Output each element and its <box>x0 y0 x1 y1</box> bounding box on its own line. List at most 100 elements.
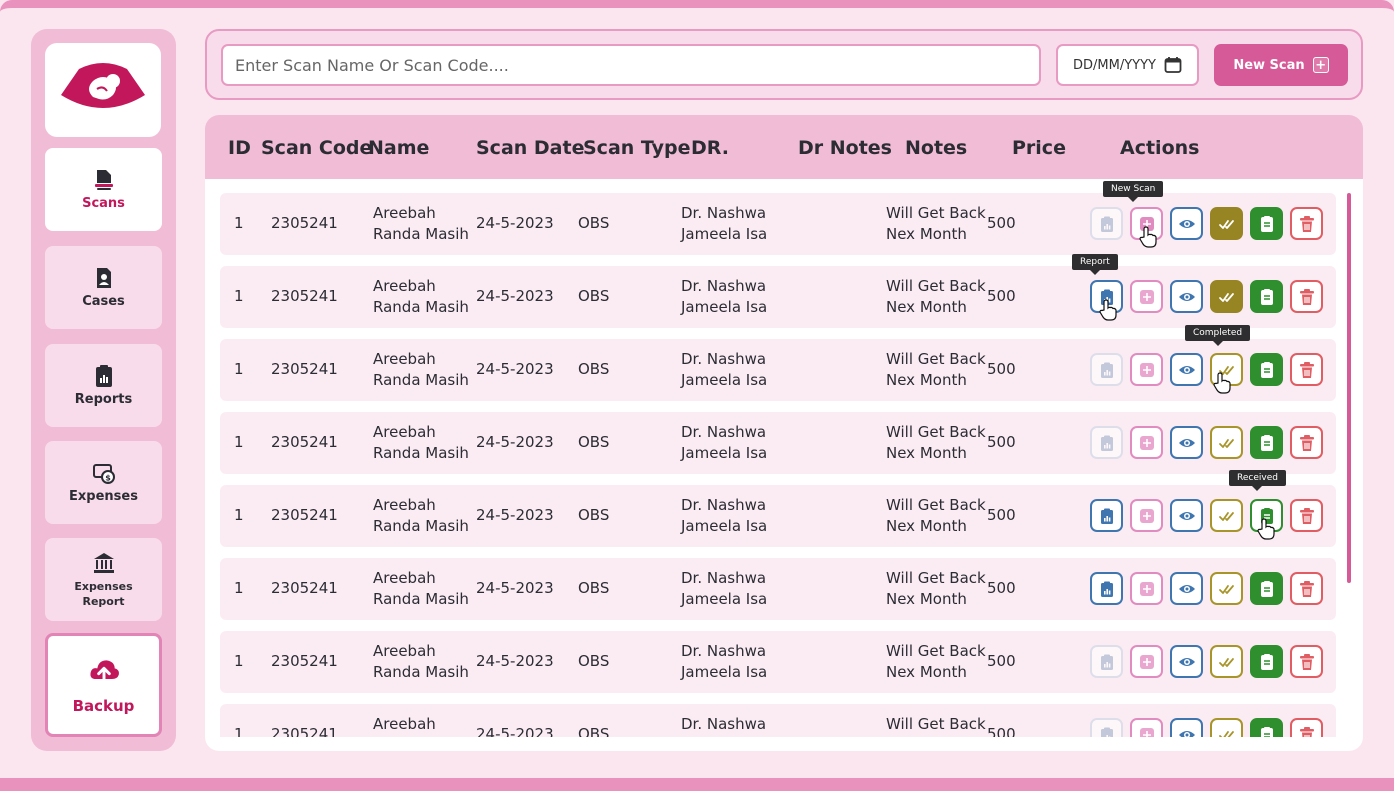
completed-button[interactable] <box>1210 426 1243 459</box>
new-scan-row-button[interactable] <box>1130 426 1163 459</box>
sidebar-item-expenses[interactable]: $ Expenses <box>45 441 162 524</box>
sidebar-item-reports[interactable]: Reports <box>45 344 162 427</box>
cell-name-line1: Areebah <box>373 350 436 368</box>
received-button[interactable] <box>1250 280 1283 313</box>
date-field[interactable]: DD/MM/YYYY <box>1056 44 1199 86</box>
backup-button[interactable]: Backup <box>45 633 162 737</box>
received-button[interactable] <box>1250 353 1283 386</box>
cell-notes-line2: Nex Month <box>886 663 967 681</box>
new-scan-row-button[interactable] <box>1130 280 1163 313</box>
scrollbar[interactable] <box>1347 193 1351 583</box>
table-row[interactable]: 1 2305241 Areebah Randa Masih 24-5-2023 O… <box>220 485 1336 547</box>
eye-icon <box>1178 215 1196 233</box>
sidebar-item-cases[interactable]: Cases <box>45 246 162 329</box>
table-row[interactable]: 1 2305241 Areebah Randa Masih 24-5-2023 O… <box>220 339 1336 401</box>
completed-button[interactable] <box>1210 207 1243 240</box>
completed-button[interactable] <box>1210 499 1243 532</box>
delete-button[interactable] <box>1290 426 1323 459</box>
tooltip-received: Received <box>1229 470 1286 491</box>
report-button[interactable] <box>1090 572 1123 605</box>
new-scan-button[interactable]: New Scan + <box>1214 44 1348 86</box>
received-button[interactable] <box>1250 572 1283 605</box>
report-button[interactable] <box>1090 645 1123 678</box>
cell-doctor-line2: Jameela Isa <box>681 663 768 681</box>
double-check-icon <box>1218 507 1236 525</box>
view-button[interactable] <box>1170 426 1203 459</box>
view-button[interactable] <box>1170 499 1203 532</box>
sidebar-item-expenses-report[interactable]: Expenses Report <box>45 538 162 621</box>
app-logo[interactable] <box>45 43 161 137</box>
delete-button[interactable] <box>1290 280 1323 313</box>
table-row[interactable]: 1 2305241 Areebah Randa Masih 24-5-2023 O… <box>220 266 1336 328</box>
cell-doctor: Dr. Nashwa Jameela Isa <box>681 495 767 537</box>
cell-notes-line1: Will Get Back <box>886 642 986 660</box>
cell-price: 500 <box>987 287 1016 305</box>
delete-button[interactable] <box>1290 572 1323 605</box>
received-button[interactable] <box>1250 207 1283 240</box>
eye-icon <box>1178 361 1196 379</box>
view-button[interactable] <box>1170 572 1203 605</box>
eye-icon <box>1178 434 1196 452</box>
cell-notes-line2: Nex Month <box>886 225 967 243</box>
cell-notes-line1: Will Get Back <box>886 350 986 368</box>
view-button[interactable] <box>1170 645 1203 678</box>
clipboard-icon <box>1258 288 1276 306</box>
cell-notes-line2: Nex Month <box>886 371 967 389</box>
report-button[interactable] <box>1090 718 1123 737</box>
completed-button[interactable] <box>1210 645 1243 678</box>
delete-button[interactable] <box>1290 718 1323 737</box>
report-button[interactable] <box>1090 426 1123 459</box>
new-scan-row-button[interactable] <box>1130 499 1163 532</box>
column-header-scan-code: Scan Code <box>261 137 373 159</box>
table-row[interactable]: 1 2305241 Areebah Randa Masih 24-5-2023 O… <box>220 412 1336 474</box>
completed-button[interactable] <box>1210 718 1243 737</box>
view-button[interactable] <box>1170 718 1203 737</box>
received-button[interactable] <box>1250 718 1283 737</box>
cell-scan-code: 2305241 <box>271 579 338 597</box>
completed-button[interactable] <box>1210 572 1243 605</box>
view-button[interactable] <box>1170 207 1203 240</box>
delete-button[interactable] <box>1290 207 1323 240</box>
cell-name-line2: Randa Masih <box>373 444 469 462</box>
new-scan-row-button[interactable] <box>1130 353 1163 386</box>
plus-square-icon <box>1138 653 1156 671</box>
view-button[interactable] <box>1170 280 1203 313</box>
cell-doctor: Dr. Nashwa Jameela Isa <box>681 568 767 610</box>
view-button[interactable] <box>1170 353 1203 386</box>
scans-table: ID Scan Code Name Scan Date Scan Type DR… <box>205 115 1363 751</box>
hand-cursor-icon <box>1212 372 1232 394</box>
cell-scan-code: 2305241 <box>271 506 338 524</box>
new-scan-row-button[interactable] <box>1130 718 1163 737</box>
delete-button[interactable] <box>1290 353 1323 386</box>
cell-name-line1: Areebah <box>373 715 436 733</box>
calendar-icon[interactable] <box>1164 56 1182 74</box>
sidebar-item-label: Reports <box>74 392 133 407</box>
cell-name: Areebah Randa Masih <box>373 276 469 318</box>
delete-button[interactable] <box>1290 645 1323 678</box>
new-scan-row-button[interactable] <box>1130 645 1163 678</box>
plus-square-icon <box>1138 580 1156 598</box>
cell-scan-code: 2305241 <box>271 725 338 737</box>
search-input[interactable] <box>221 44 1041 86</box>
cell-scan-type: OBS <box>578 652 610 670</box>
report-button[interactable] <box>1090 353 1123 386</box>
sidebar-item-scans[interactable]: Scans <box>45 148 162 231</box>
cell-id: 1 <box>234 652 244 670</box>
table-row[interactable]: 1 2305241 Areebah Randa Masih 24-5-2023 O… <box>220 631 1336 693</box>
cell-id: 1 <box>234 579 244 597</box>
plus-square-icon <box>1138 507 1156 525</box>
table-row[interactable]: 1 2305241 Areebah Randa Masih 24-5-2023 O… <box>220 704 1336 737</box>
clipboard-chart-icon <box>1098 434 1116 452</box>
received-button[interactable] <box>1250 645 1283 678</box>
new-scan-row-button[interactable] <box>1130 572 1163 605</box>
table-row[interactable]: 1 2305241 Areebah Randa Masih 24-5-2023 O… <box>220 558 1336 620</box>
table-row[interactable]: 1 2305241 Areebah Randa Masih 24-5-2023 O… <box>220 193 1336 255</box>
report-button[interactable] <box>1090 499 1123 532</box>
clipboard-icon <box>1258 726 1276 737</box>
completed-button[interactable] <box>1210 280 1243 313</box>
received-button[interactable] <box>1250 426 1283 459</box>
report-button[interactable] <box>1090 207 1123 240</box>
bank-icon <box>93 552 114 573</box>
delete-button[interactable] <box>1290 499 1323 532</box>
cell-doctor: Dr. Nashwa Jameela Isa <box>681 641 767 683</box>
